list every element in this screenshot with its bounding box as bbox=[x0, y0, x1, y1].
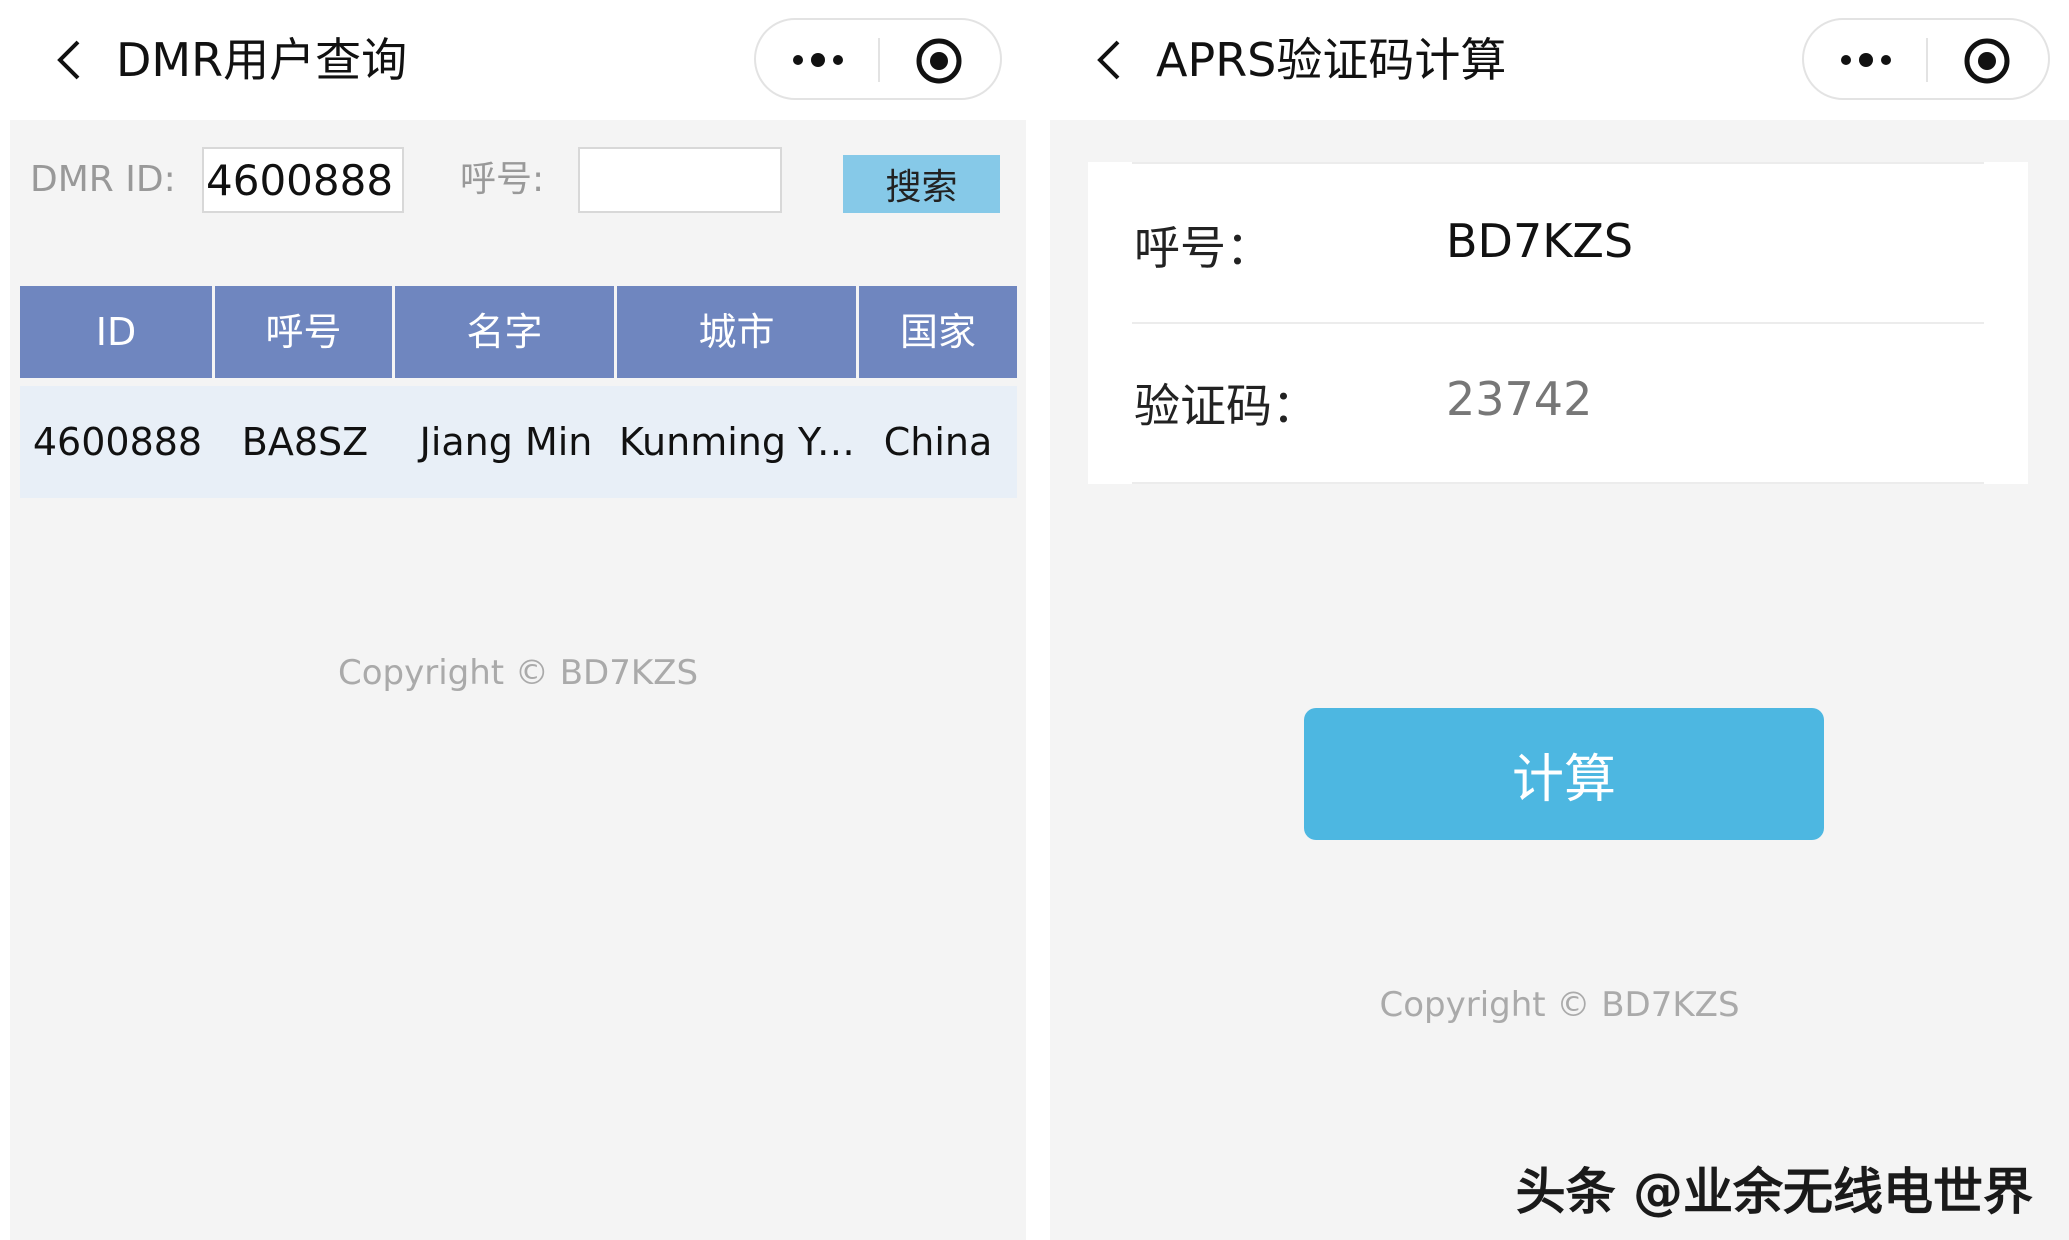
form-divider bbox=[1132, 482, 1984, 484]
cell-city: Kunming Yu... bbox=[619, 420, 859, 464]
cell-id: 4600888 bbox=[32, 420, 203, 464]
cell-country: China bbox=[883, 420, 993, 464]
form-divider bbox=[1132, 322, 1984, 324]
back-arrow-icon[interactable] bbox=[48, 38, 92, 82]
form-divider bbox=[1132, 162, 1984, 164]
cell-name: Jiang Min bbox=[419, 420, 593, 464]
verification-code-label: 验证码： bbox=[1134, 379, 1318, 433]
record-target-icon[interactable] bbox=[914, 36, 964, 86]
page-title: DMR用户查询 bbox=[116, 33, 408, 87]
calculate-button[interactable]: 计算 bbox=[1304, 708, 1824, 840]
capsule-divider bbox=[878, 38, 880, 82]
callsign-label: 呼号： bbox=[1134, 221, 1272, 275]
header-name: 名字 bbox=[395, 286, 617, 378]
dmr-id-label: DMR ID: bbox=[30, 159, 176, 200]
callsign-label: 呼号: bbox=[460, 159, 545, 200]
aprs-code-screen: APRS验证码计算 呼号： BD7KZS 验证码： 23742 计算 Copyr… bbox=[1050, 0, 2069, 1240]
header-id: ID bbox=[20, 286, 215, 378]
nav-bar: APRS验证码计算 bbox=[1050, 0, 2069, 120]
callsign-input[interactable] bbox=[578, 147, 782, 213]
record-target-icon[interactable] bbox=[1962, 36, 2012, 86]
table-row[interactable]: 4600888 BA8SZ Jiang Min Kunming Yu... Ch… bbox=[20, 386, 1017, 498]
header-country: 国家 bbox=[899, 310, 976, 354]
copyright-text: Copyright © BD7KZS bbox=[1379, 985, 1740, 1025]
header-city: 城市 bbox=[617, 286, 859, 378]
back-arrow-icon[interactable] bbox=[1088, 38, 1132, 82]
callsign-value[interactable]: BD7KZS bbox=[1446, 214, 1633, 268]
aprs-form-card: 呼号： BD7KZS 验证码： 23742 bbox=[1088, 162, 2028, 484]
dmr-query-screen: DMR用户查询 DMR ID: 呼号: 搜索 ID 呼号 名字 城市 国家 4 bbox=[10, 0, 1026, 1240]
copyright-text: Copyright © BD7KZS bbox=[337, 653, 699, 693]
mini-program-capsule bbox=[1802, 18, 2050, 100]
dmr-id-input[interactable] bbox=[202, 147, 404, 213]
table-header: ID 呼号 名字 城市 国家 bbox=[20, 286, 1017, 378]
page-title: APRS验证码计算 bbox=[1156, 33, 1507, 87]
cell-callsign: BA8SZ bbox=[241, 420, 369, 464]
search-button[interactable]: 搜索 bbox=[843, 155, 1000, 213]
capsule-divider bbox=[1926, 38, 1928, 82]
more-dots-icon[interactable] bbox=[788, 38, 848, 82]
watermark-text: 头条 @业余无线电世界 bbox=[1515, 1163, 2033, 1221]
nav-bar: DMR用户查询 bbox=[10, 0, 1026, 120]
verification-code-value: 23742 bbox=[1446, 372, 1593, 426]
results-table: ID 呼号 名字 城市 国家 4600888 BA8SZ Jiang Min K… bbox=[20, 286, 1017, 498]
header-callsign: 呼号 bbox=[215, 286, 395, 378]
mini-program-capsule bbox=[754, 18, 1002, 100]
more-dots-icon[interactable] bbox=[1836, 38, 1896, 82]
